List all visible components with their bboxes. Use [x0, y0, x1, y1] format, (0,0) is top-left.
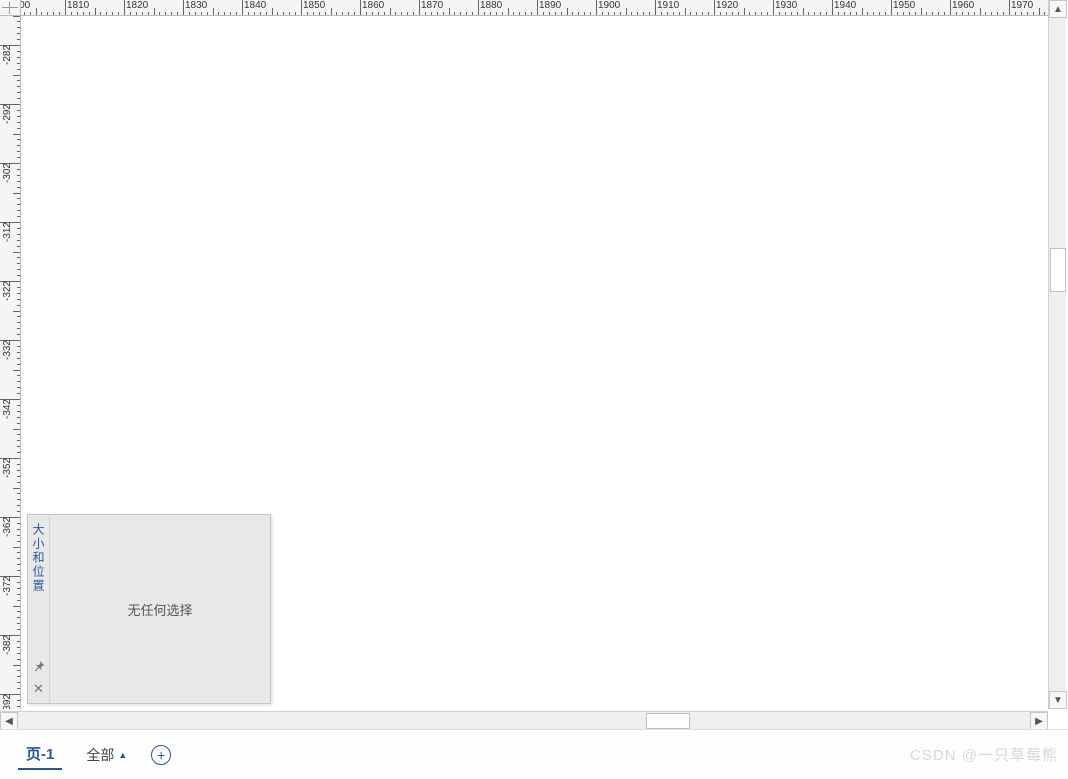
all-pages-button[interactable]: 全部 ▲ [86, 745, 127, 765]
pin-icon[interactable] [33, 660, 45, 674]
chevron-up-icon: ▲ [118, 750, 127, 760]
ruler-origin[interactable] [0, 0, 21, 16]
scroll-left-button[interactable]: ◀ [0, 712, 18, 730]
size-position-pane[interactable]: 大小和位置 ✕ 无任何选择 [27, 514, 271, 704]
pane-tab-strip: 大小和位置 ✕ [28, 515, 50, 703]
pane-tab-label[interactable]: 大小和位置 [30, 519, 47, 593]
horizontal-ruler[interactable]: 1800181018201830184018501860187018801890… [21, 0, 1048, 16]
add-page-button[interactable]: + [151, 745, 171, 765]
scroll-down-button[interactable]: ▼ [1049, 691, 1067, 709]
vertical-scroll-thumb[interactable] [1050, 248, 1066, 292]
vertical-ruler[interactable]: -272-282-292-302-312-322-332-342-352-362… [0, 16, 21, 709]
vertical-scrollbar[interactable]: ▲ ▼ [1048, 0, 1066, 709]
pane-empty-message: 无任何选择 [50, 515, 270, 703]
page-tab-1[interactable]: 页-1 [18, 739, 62, 770]
scroll-right-button[interactable]: ▶ [1030, 712, 1048, 730]
horizontal-scrollbar[interactable]: ◀ ▶ [0, 711, 1048, 729]
all-pages-label: 全部 [86, 745, 114, 765]
horizontal-scroll-thumb[interactable] [646, 713, 690, 729]
page-tab-bar: 页-1 全部 ▲ + [0, 729, 1068, 779]
scroll-up-button[interactable]: ▲ [1049, 0, 1067, 18]
close-icon[interactable]: ✕ [33, 682, 44, 695]
